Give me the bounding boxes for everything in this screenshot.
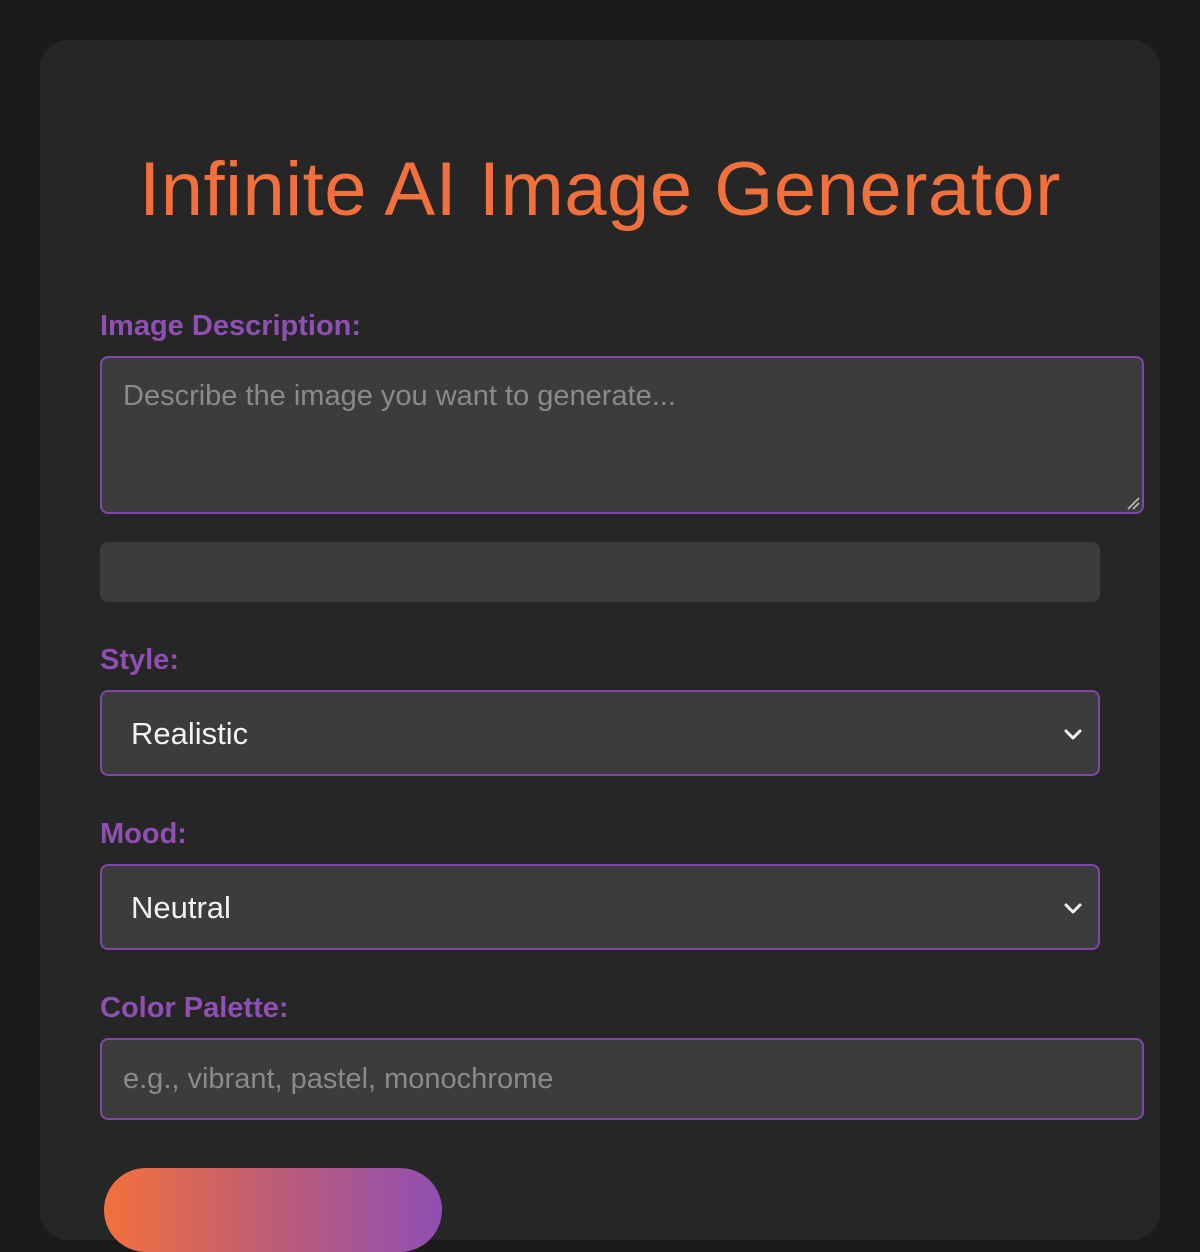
style-select-value: Realistic bbox=[131, 716, 249, 751]
color-palette-input[interactable] bbox=[100, 1038, 1144, 1120]
mood-select-value: Neutral bbox=[131, 890, 231, 925]
description-label: Image Description: bbox=[100, 310, 362, 342]
style-label: Style: bbox=[100, 644, 179, 676]
empty-placeholder-bar bbox=[100, 542, 1100, 602]
chevron-down-icon bbox=[1064, 729, 1082, 740]
page-title: Infinite AI Image Generator bbox=[139, 147, 1061, 232]
mood-label: Mood: bbox=[100, 818, 187, 850]
mood-select[interactable]: Neutral bbox=[100, 864, 1100, 950]
resize-handle-icon[interactable] bbox=[1126, 496, 1140, 510]
generate-button[interactable] bbox=[104, 1168, 442, 1252]
color-palette-label: Color Palette: bbox=[100, 992, 289, 1024]
style-select[interactable]: Realistic bbox=[100, 690, 1100, 776]
chevron-down-icon bbox=[1064, 903, 1082, 914]
description-textarea[interactable] bbox=[100, 356, 1144, 514]
